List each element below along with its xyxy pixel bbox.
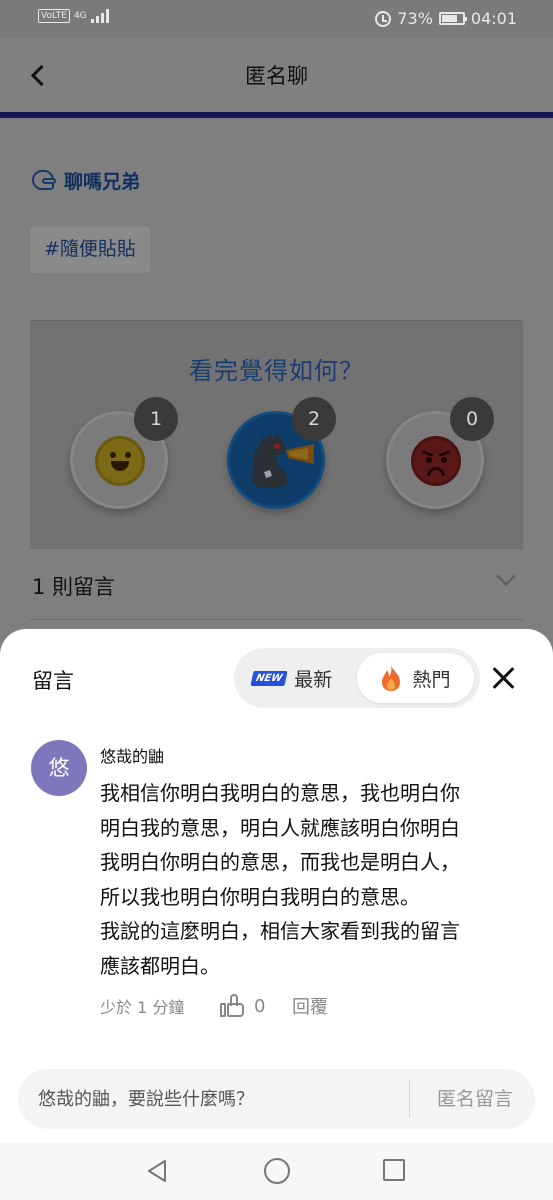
close-icon[interactable] xyxy=(490,664,518,692)
sort-hot-button[interactable]: 熱門 xyxy=(357,653,474,703)
reaction-godzilla-count: 2 xyxy=(292,397,336,441)
status-right: 73% 04:01 xyxy=(375,9,517,28)
reaction-panel: 看完覺得如何？ 1 2 0 xyxy=(30,320,523,548)
reaction-angry-count: 0 xyxy=(450,397,494,441)
thumbs-up-icon xyxy=(220,994,246,1018)
post-author[interactable]: 聊嗎兄弟 xyxy=(30,166,140,194)
status-left: VoLTE 4G xyxy=(38,9,109,23)
reply-button[interactable]: 回覆 xyxy=(292,993,328,1019)
network-type: 4G xyxy=(73,11,87,21)
volte-badge: VoLTE xyxy=(38,9,70,23)
reaction-smile-count: 1 xyxy=(134,397,178,441)
post-content: 聊嗎兄弟 #隨便貼貼 看完覺得如何？ 1 2 0 1 則留言 xyxy=(0,118,553,638)
comment-time: 少於 1 分鐘 xyxy=(100,998,185,1017)
post-author-name: 聊嗎兄弟 xyxy=(64,170,141,193)
system-nav-bar xyxy=(0,1143,553,1200)
sort-new-button[interactable]: NEW 最新 xyxy=(250,648,333,708)
alarm-icon xyxy=(375,10,392,27)
comments-sheet: 留言 NEW 最新 熱門 悠 悠哉的鼬 我相信你明白我明白的意思，我也明白你 明… xyxy=(0,629,553,1143)
angry-face-icon xyxy=(411,436,461,486)
comment-text: 我相信你明白我明白的意思，我也明白你 明白我的意思，明白人就應該明白你明白 我明… xyxy=(100,781,460,978)
battery-percent: 73% xyxy=(397,9,433,28)
signal-icon xyxy=(90,9,109,23)
avatar[interactable]: 悠 xyxy=(31,740,87,796)
page-title: 匿名聊 xyxy=(245,64,308,88)
sort-toggle: NEW 最新 熱門 xyxy=(234,648,480,708)
app-header: 匿名聊 xyxy=(0,38,553,112)
nav-home-icon[interactable] xyxy=(264,1158,290,1184)
flame-icon xyxy=(382,665,401,691)
battery-icon xyxy=(438,12,467,25)
post-tag[interactable]: #隨便貼貼 xyxy=(30,226,150,273)
reaction-question: 看完覺得如何？ xyxy=(189,357,364,385)
comment-input-bar: 匿名留言 xyxy=(18,1069,535,1129)
status-bar: VoLTE 4G 73% 04:01 xyxy=(0,0,553,38)
nav-back-icon[interactable] xyxy=(146,1159,168,1183)
chevron-down-icon xyxy=(496,566,516,586)
like-button[interactable]: 0 xyxy=(220,994,292,1018)
smile-face-icon xyxy=(95,436,145,486)
new-badge-icon: NEW xyxy=(250,670,288,686)
anonymous-comment-button[interactable]: 匿名留言 xyxy=(420,1069,530,1129)
comment-author: 悠哉的鼬 xyxy=(100,747,165,766)
anonymous-avatar-icon xyxy=(30,166,58,194)
nav-recents-icon[interactable] xyxy=(383,1159,405,1181)
sheet-title: 留言 xyxy=(32,669,74,693)
comment-meta: 少於 1 分鐘 0 回覆 xyxy=(100,993,328,1019)
comments-summary-row[interactable]: 1 則留言 xyxy=(30,548,523,620)
clock: 04:01 xyxy=(470,9,517,28)
comment-input[interactable] xyxy=(38,1069,398,1129)
sort-hot-label: 熱門 xyxy=(412,668,451,691)
comment-count: 1 則留言 xyxy=(32,575,116,599)
sort-new-label: 最新 xyxy=(294,668,333,691)
input-divider xyxy=(409,1080,410,1118)
like-count: 0 xyxy=(254,995,266,1017)
